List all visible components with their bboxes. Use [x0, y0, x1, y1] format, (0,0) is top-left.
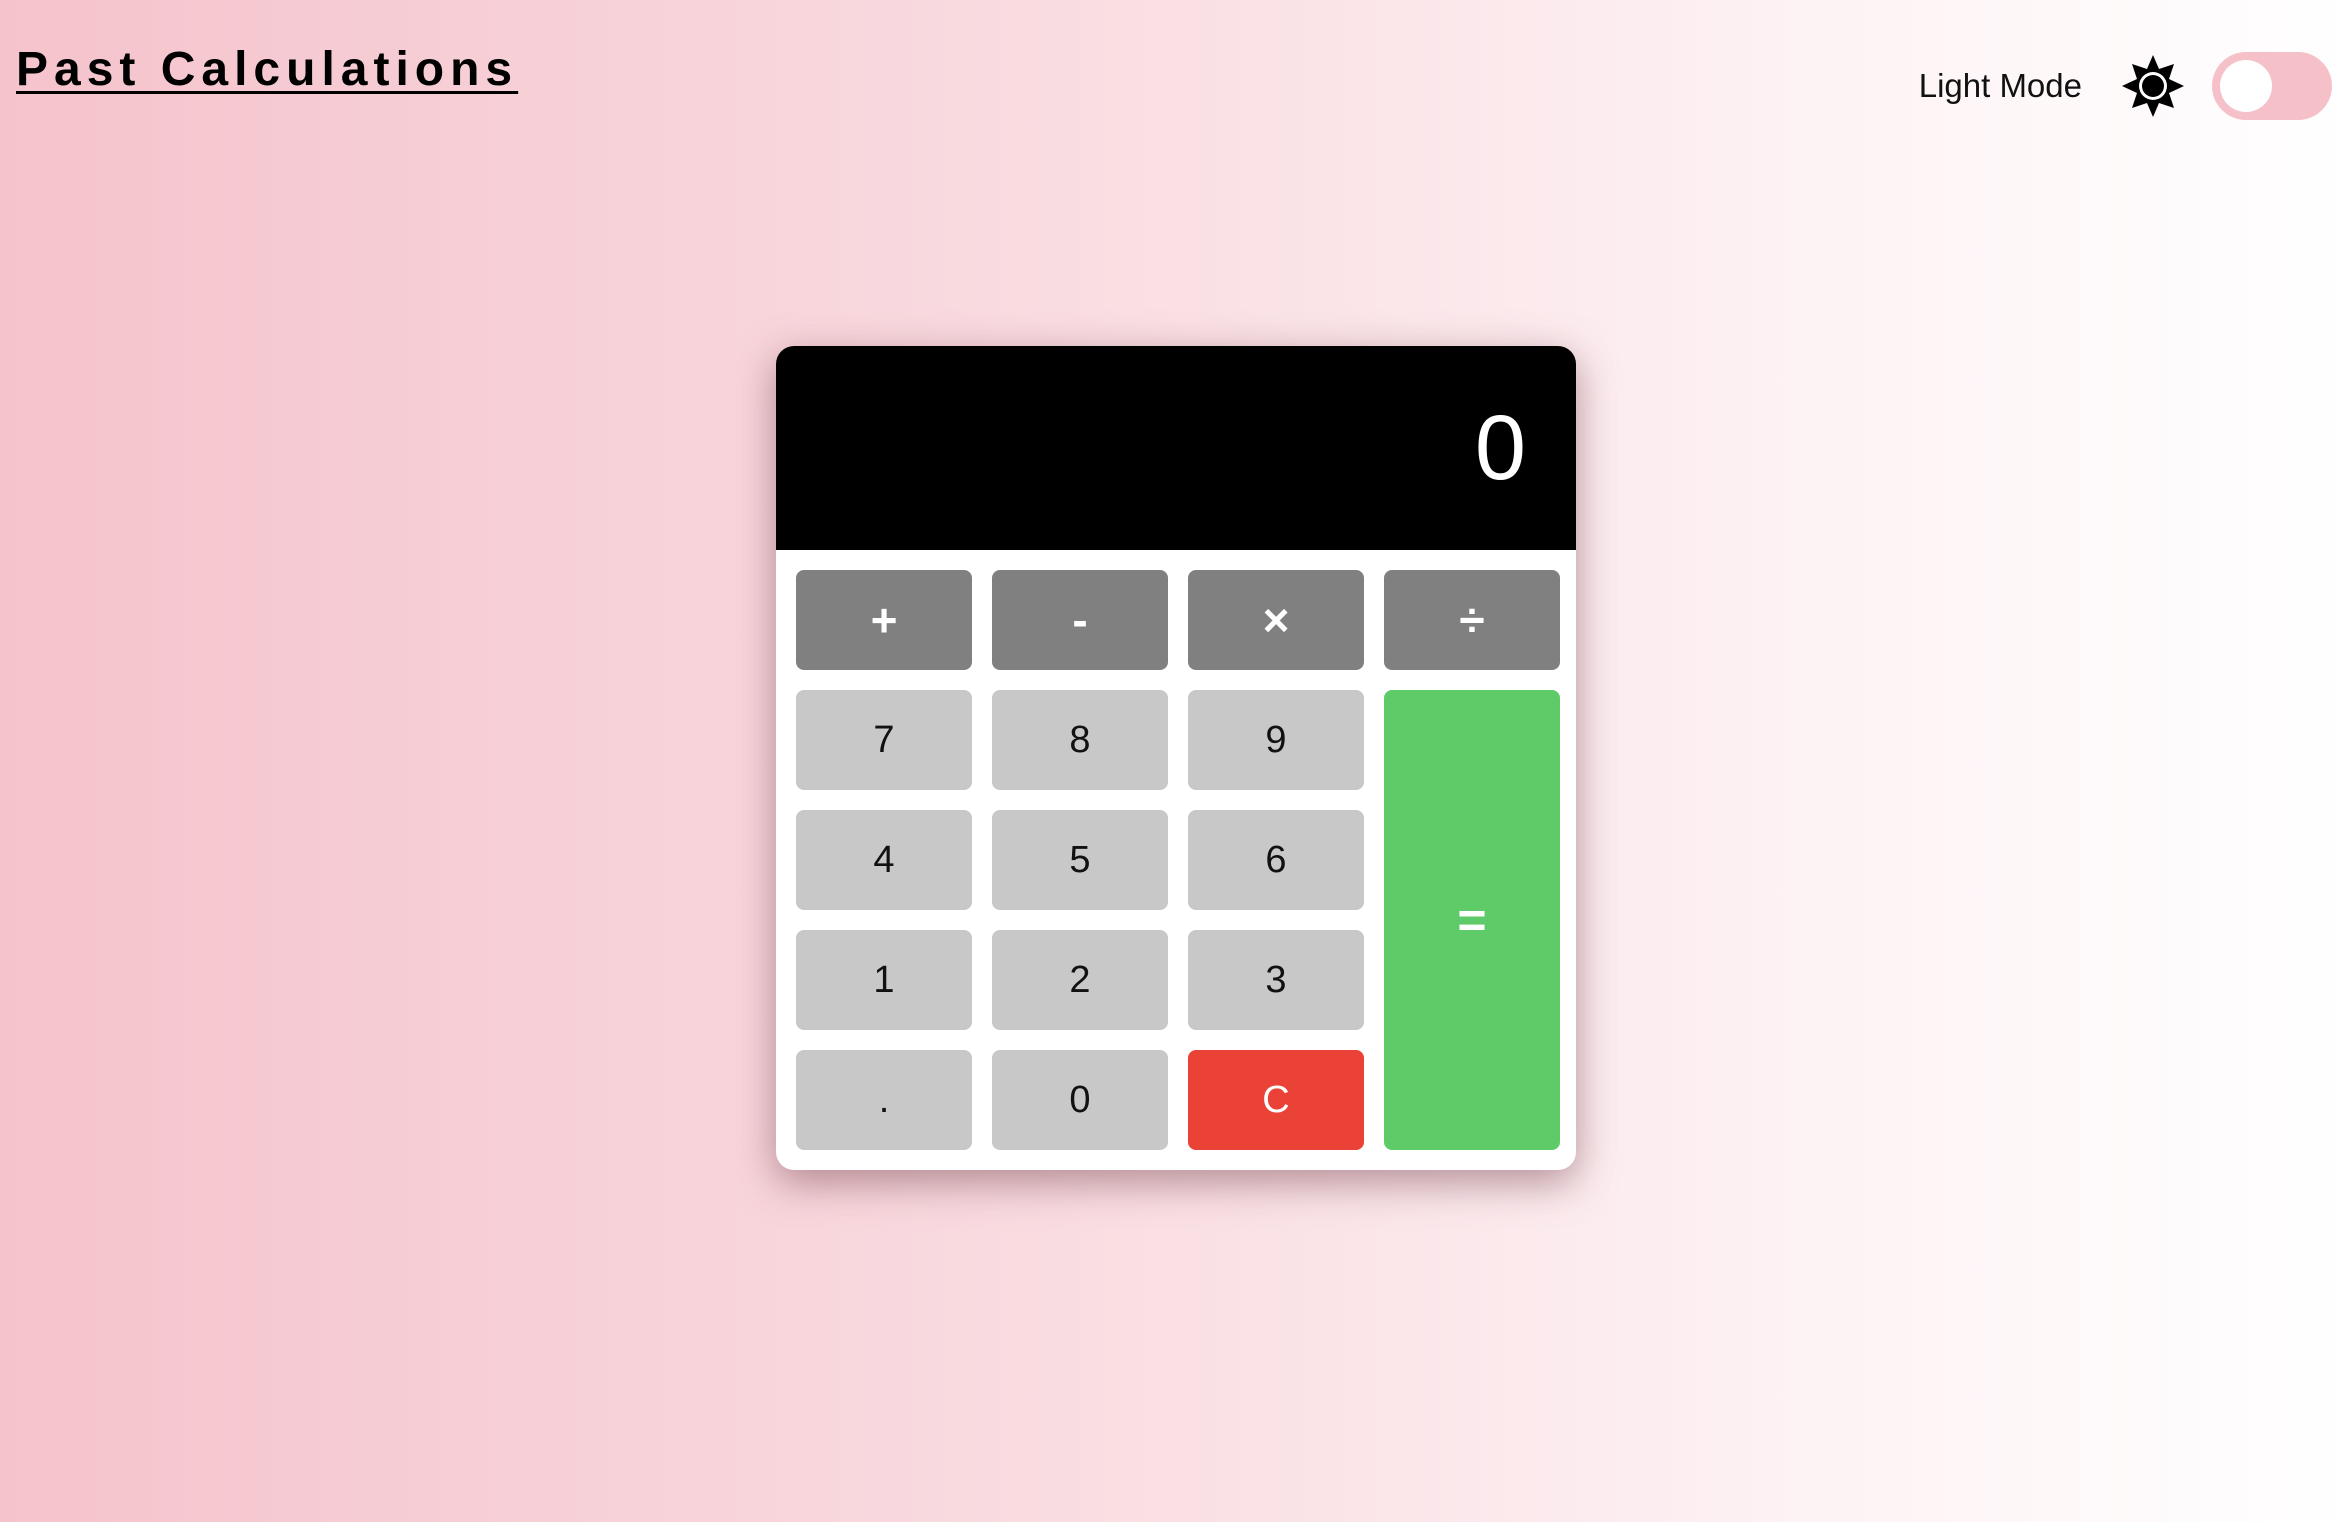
divide-button[interactable]: ÷	[1384, 570, 1560, 670]
sun-icon	[2120, 53, 2186, 119]
digit-2-button[interactable]: 2	[992, 930, 1168, 1030]
digit-8-button[interactable]: 8	[992, 690, 1168, 790]
digit-3-button[interactable]: 3	[1188, 930, 1364, 1030]
add-button[interactable]: +	[796, 570, 972, 670]
digit-6-button[interactable]: 6	[1188, 810, 1364, 910]
theme-toggle[interactable]	[2212, 52, 2332, 120]
digit-4-button[interactable]: 4	[796, 810, 972, 910]
decimal-button[interactable]: .	[796, 1050, 972, 1150]
digit-7-button[interactable]: 7	[796, 690, 972, 790]
subtract-button[interactable]: -	[992, 570, 1168, 670]
calculator: 0 + - × ÷ 7 8 9 = 4 5 6 1 2 3 . 0 C	[776, 346, 1576, 1170]
equals-button[interactable]: =	[1384, 690, 1560, 1150]
digit-1-button[interactable]: 1	[796, 930, 972, 1030]
toggle-knob	[2220, 60, 2272, 112]
mode-label: Light Mode	[1918, 67, 2082, 104]
digit-0-button[interactable]: 0	[992, 1050, 1168, 1150]
digit-9-button[interactable]: 9	[1188, 690, 1364, 790]
theme-switcher: Light Mode	[1919, 50, 2332, 122]
multiply-button[interactable]: ×	[1188, 570, 1364, 670]
digit-5-button[interactable]: 5	[992, 810, 1168, 910]
keypad: + - × ÷ 7 8 9 = 4 5 6 1 2 3 . 0 C	[776, 550, 1576, 1170]
clear-button[interactable]: C	[1188, 1050, 1364, 1150]
calculator-display: 0	[776, 346, 1576, 550]
past-calculations-link[interactable]: Past Calculations	[16, 42, 518, 97]
